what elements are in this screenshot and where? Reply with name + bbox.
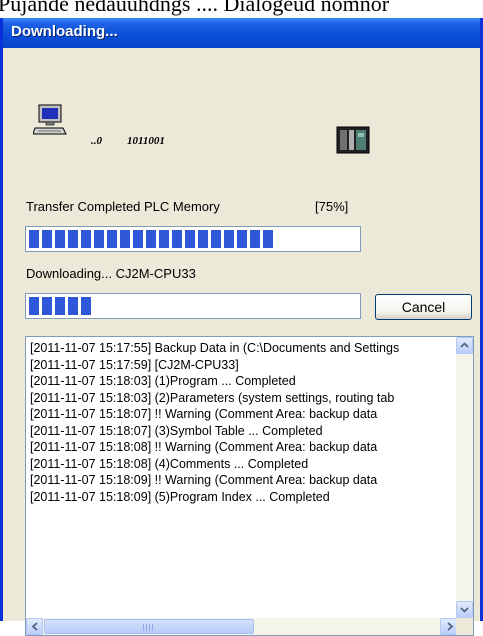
progress-segment bbox=[237, 230, 247, 248]
log-line: [2011-11-07 15:18:09] !! Warning (Commen… bbox=[30, 473, 378, 487]
caption-strip: Půjände nedauuhdngs .... Dialogeud nomno… bbox=[0, 0, 483, 18]
progress-segment bbox=[55, 230, 65, 248]
progress-segment bbox=[68, 230, 78, 248]
progress-segment bbox=[42, 297, 52, 315]
chevron-left-icon bbox=[31, 622, 38, 631]
progress-segment bbox=[120, 230, 130, 248]
horizontal-scroll-thumb[interactable] bbox=[44, 619, 254, 634]
chevron-right-icon bbox=[447, 622, 454, 631]
log-lines: [2011-11-07 15:17:55] Backup Data in (C:… bbox=[30, 340, 454, 600]
download-dialog: Downloading... ..0 1011001 Transfer Comp… bbox=[0, 18, 483, 636]
progress-segment bbox=[250, 230, 260, 248]
log-textbox[interactable]: [2011-11-07 15:17:55] Backup Data in (C:… bbox=[25, 336, 474, 636]
progress-segment bbox=[42, 230, 52, 248]
vertical-scrollbar[interactable] bbox=[456, 337, 473, 618]
chevron-down-icon bbox=[460, 607, 469, 613]
dialog-content: ..0 1011001 Transfer Completed PLC Memor… bbox=[3, 48, 480, 636]
progress-segment bbox=[29, 297, 39, 315]
chevron-up-icon bbox=[460, 342, 469, 348]
log-line: [2011-11-07 15:17:55] Backup Data in (C:… bbox=[30, 341, 400, 355]
progress-segment bbox=[68, 297, 78, 315]
plc-device-icon bbox=[336, 126, 370, 154]
transfer-percent: [75%] bbox=[315, 199, 349, 214]
progress-segment bbox=[172, 230, 182, 248]
cancel-button[interactable]: Cancel bbox=[375, 294, 472, 320]
transfer-bits-prefix: ..0 bbox=[91, 135, 102, 147]
computer-icon bbox=[33, 104, 67, 135]
progress-segment bbox=[185, 230, 195, 248]
progress-segment bbox=[146, 230, 156, 248]
progress-segment bbox=[198, 230, 208, 248]
scroll-down-button[interactable] bbox=[456, 601, 473, 618]
log-line: [2011-11-07 15:18:07] (3)Symbol Table ..… bbox=[30, 423, 323, 438]
log-line: [2011-11-07 15:18:03] (2)Parameters (sys… bbox=[30, 390, 395, 405]
progress-segment bbox=[29, 230, 39, 248]
progress-segment bbox=[159, 230, 169, 248]
scroll-grip bbox=[143, 624, 155, 631]
download-progress-bar bbox=[25, 293, 361, 319]
transfer-progress-bar bbox=[25, 226, 361, 252]
progress-segment bbox=[94, 230, 104, 248]
scroll-up-button[interactable] bbox=[456, 337, 473, 354]
progress-segment bbox=[224, 230, 234, 248]
caption-text: Půjände nedauuhdngs .... Dialogeud nomno… bbox=[0, 0, 390, 16]
progress-segment bbox=[81, 230, 91, 248]
log-line: [2011-11-07 15:18:07] !! Warning (Commen… bbox=[30, 407, 378, 421]
progress-segment bbox=[81, 297, 91, 315]
progress-segment bbox=[211, 230, 221, 248]
transfer-status-label: Transfer Completed PLC Memory bbox=[26, 199, 220, 214]
transfer-bits: 1011001 bbox=[127, 135, 165, 147]
download-status-label: Downloading... CJ2M-CPU33 bbox=[26, 266, 196, 281]
progress-segment bbox=[107, 230, 117, 248]
progress-segment bbox=[263, 230, 273, 248]
log-line: [2011-11-07 15:18:08] !! Warning (Commen… bbox=[30, 440, 378, 454]
log-line: [2011-11-07 15:17:59] [CJ2M-CPU33] bbox=[30, 357, 239, 372]
log-line: [2011-11-07 15:18:09] (5)Program Index .… bbox=[30, 489, 330, 504]
progress-segment bbox=[133, 230, 143, 248]
progress-segment bbox=[55, 297, 65, 315]
log-line: [2011-11-07 15:18:03] (1)Program ... Com… bbox=[30, 374, 296, 388]
title-bar[interactable]: Downloading... bbox=[3, 18, 480, 48]
window-title: Downloading... bbox=[11, 23, 118, 40]
log-line: [2011-11-07 15:18:08] (4)Comments ... Co… bbox=[30, 456, 309, 471]
